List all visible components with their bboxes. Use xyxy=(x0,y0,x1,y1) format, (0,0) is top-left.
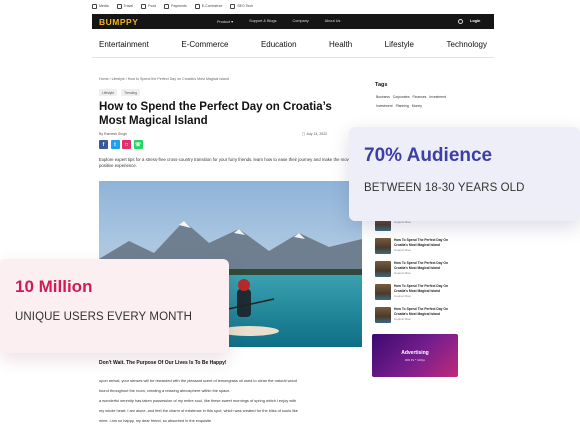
audience-value: 70% Audience xyxy=(364,145,493,166)
breadcrumb[interactable]: Home / Lifestyle / How to Spend the Perf… xyxy=(99,77,229,81)
article-body: upon arrival, your senses will be reward… xyxy=(99,376,361,426)
article-subheading: Don't Wait. The Purpose Of Our Lives Is … xyxy=(99,360,227,366)
post-author: Gujarat Maa xyxy=(394,247,411,252)
users-stat-card: 10 Million UNIQUE USERS EVERY MONTH xyxy=(0,259,229,353)
nav-link-product[interactable]: Product xyxy=(217,19,233,24)
post-title: How To Spend The Perfect Day On Croatia'… xyxy=(394,307,448,316)
recent-posts: Croatia's Most Magical IslandGujarat Maa… xyxy=(375,215,460,330)
article-intro: Explore expert tips for a stress-free cr… xyxy=(99,157,355,168)
post-thumbnail xyxy=(375,261,391,277)
twitter-icon[interactable]: t xyxy=(110,140,120,149)
category-technology[interactable]: Technology xyxy=(447,40,487,49)
recent-post-item[interactable]: How To Spend The Perfect Day On Croatia'… xyxy=(375,307,460,324)
payments-icon xyxy=(164,3,170,9)
post-author: Gujarat Maa xyxy=(394,316,411,321)
chip-trending[interactable]: Trending xyxy=(121,89,140,96)
body-line: a wonderful serenity has taken possessio… xyxy=(99,398,297,403)
cart-icon xyxy=(194,3,200,9)
tag[interactable]: Investment xyxy=(376,104,393,108)
travel-icon xyxy=(116,3,122,9)
body-line: found throughout the room, creating a re… xyxy=(99,388,231,393)
chip-lifestyle[interactable]: Lifestyle xyxy=(99,89,118,96)
post-thumbnail xyxy=(375,238,391,254)
share-buttons: f t □ ☏ xyxy=(99,140,143,149)
advertising-banner[interactable]: Advertising 300 Px * 110px xyxy=(372,334,458,377)
category-entertainment[interactable]: Entertainment xyxy=(99,40,149,49)
facebook-icon[interactable]: f xyxy=(99,140,108,149)
nav-link-company[interactable]: Company xyxy=(293,19,309,24)
article-chips: Lifestyle Trending xyxy=(99,89,140,96)
audience-stat-card: 70% Audience BETWEEN 18-30 YEARS OLD xyxy=(349,127,580,221)
ad-size: 300 Px * 110px xyxy=(404,357,426,362)
media-icon xyxy=(92,3,97,9)
users-value: 10 Million xyxy=(15,277,93,296)
topbar-item-media[interactable]: Media xyxy=(92,3,109,9)
recent-post-item[interactable]: How To Spend The Perfect Day On Croatia'… xyxy=(375,238,460,255)
seo-icon xyxy=(230,3,236,9)
nav-link-support[interactable]: Support & Blogs xyxy=(249,19,276,24)
login-button[interactable]: Login xyxy=(470,19,480,23)
food-icon xyxy=(141,3,147,9)
top-utility-bar: Media Travel Food Payments E-Commerce SE… xyxy=(92,0,502,12)
article-title: How to Spend the Perfect Day on Croatia’… xyxy=(99,101,332,127)
tag[interactable]: Money xyxy=(412,104,422,108)
search-icon[interactable] xyxy=(458,18,463,24)
post-title: How To Spend The Perfect Day On Croatia'… xyxy=(394,284,448,293)
tag-cloud: Business Corporates Finances Investment … xyxy=(376,95,461,108)
tag[interactable]: Business xyxy=(376,95,390,99)
post-title: How To Spend The Perfect Day On Croatia'… xyxy=(394,238,448,247)
topbar-item-seo-tech[interactable]: SEO Tech xyxy=(230,3,253,9)
brand-logo[interactable]: BUMPPY xyxy=(99,17,138,27)
article-author: By Ramesh Singh xyxy=(99,132,128,136)
category-ecommerce[interactable]: E-Commerce xyxy=(181,40,228,49)
tags-heading: Tags xyxy=(375,82,388,88)
ad-title: Advertising xyxy=(401,349,429,356)
recent-post-item[interactable]: How To Spend The Perfect Day On Croatia'… xyxy=(375,261,460,278)
body-line: my whole heart. i am alone, and feel the… xyxy=(99,408,298,413)
topbar-item-food[interactable]: Food xyxy=(141,3,156,9)
nav-links: Product Support & Blogs Company About Us xyxy=(217,19,340,24)
tag[interactable]: Planning xyxy=(396,104,409,108)
instagram-icon[interactable]: □ xyxy=(122,140,131,149)
topbar-item-payments[interactable]: Payments xyxy=(164,3,187,9)
body-line: mine. i am so happy, my dear friend, so … xyxy=(99,418,212,423)
post-thumbnail xyxy=(375,284,391,300)
post-author: Gujarat Maa xyxy=(394,293,411,298)
category-education[interactable]: Education xyxy=(261,40,297,49)
category-bar: Entertainment E-Commerce Education Healt… xyxy=(92,31,494,58)
audience-description: BETWEEN 18-30 YEARS OLD xyxy=(364,182,525,194)
body-line: upon arrival, your senses will be reward… xyxy=(99,378,297,383)
main-navbar: BUMPPY Product Support & Blogs Company A… xyxy=(92,14,494,29)
post-author: Gujarat Maa xyxy=(394,270,411,275)
category-lifestyle[interactable]: Lifestyle xyxy=(385,40,414,49)
tag[interactable]: Corporates xyxy=(393,95,410,99)
topbar-item-ecommerce[interactable]: E-Commerce xyxy=(194,3,222,9)
post-title: How To Spend The Perfect Day On Croatia'… xyxy=(394,261,448,270)
post-thumbnail xyxy=(375,307,391,323)
tag[interactable]: Investment xyxy=(429,95,446,99)
whatsapp-icon[interactable]: ☏ xyxy=(133,140,143,149)
recent-post-item[interactable]: How To Spend The Perfect Day On Croatia'… xyxy=(375,284,460,301)
nav-link-about[interactable]: About Us xyxy=(325,19,341,24)
users-description: UNIQUE USERS EVERY MONTH xyxy=(15,311,193,323)
topbar-item-travel[interactable]: Travel xyxy=(116,3,133,9)
tag[interactable]: Finances xyxy=(413,95,427,99)
article-date: ▢ July 14, 2022 xyxy=(302,132,328,136)
category-health[interactable]: Health xyxy=(329,40,352,49)
